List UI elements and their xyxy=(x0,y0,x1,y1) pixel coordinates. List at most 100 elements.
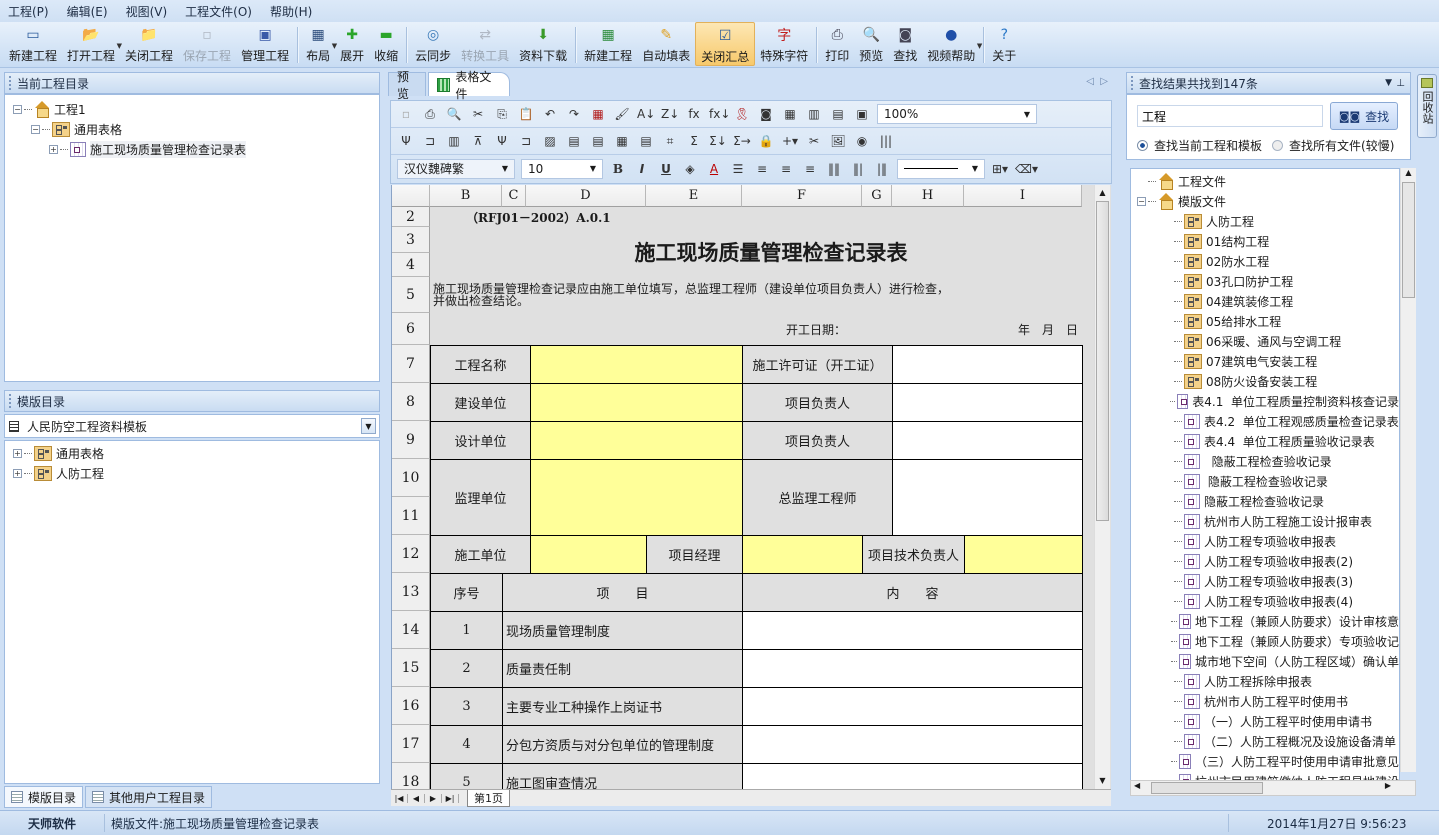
input-project-name[interactable] xyxy=(530,345,743,384)
item-name[interactable]: 质量责任制 xyxy=(502,649,743,688)
label-project-manager[interactable]: 项目经理 xyxy=(646,535,743,574)
row-header[interactable]: 4 xyxy=(392,253,430,277)
toolbar-button-19[interactable]: ⎙ 打印 xyxy=(820,22,854,66)
toolbar-button-22[interactable]: ● 视频帮助 ▼ xyxy=(922,22,982,66)
align-center-icon[interactable]: ≡ xyxy=(777,162,795,176)
column-header[interactable]: I xyxy=(964,185,1082,207)
label-designer-pm[interactable]: 项目负责人 xyxy=(742,421,893,460)
font-size-select[interactable]: 10 ▼ xyxy=(521,158,603,179)
tree-item[interactable]: （一）人防工程平时使用申请书 xyxy=(1137,711,1399,731)
item-content[interactable] xyxy=(742,687,1083,726)
expand-icon[interactable]: + xyxy=(13,468,22,478)
paste-icon[interactable]: 📋 xyxy=(517,107,535,121)
vertical-bars-icon[interactable]: ‖| xyxy=(849,162,867,176)
toolbar-button-15[interactable]: ✎ 自动填表 xyxy=(637,22,695,66)
vertical-bars-icon[interactable]: ‖‖ xyxy=(825,162,843,176)
tree-item[interactable]: 06采暖、通风与空调工程 xyxy=(1137,331,1399,351)
align-left-icon[interactable]: ≡ xyxy=(753,162,771,176)
tree-item[interactable]: 隐蔽工程检查验收记录 xyxy=(1137,471,1399,491)
tab-scroll-left-icon[interactable]: ◁ xyxy=(1086,76,1094,87)
grid-lines-icon[interactable]: ▦ xyxy=(781,107,799,121)
sum-icon[interactable]: Σ xyxy=(685,134,703,148)
dropdown-arrow-icon[interactable]: ▼ xyxy=(977,42,982,50)
tree-item[interactable]: （二）人防工程概况及设施设备清单 xyxy=(1137,731,1399,751)
row-header[interactable]: 16 xyxy=(392,687,430,725)
toolbar-button-4[interactable]: ▣ 管理工程 xyxy=(236,22,294,66)
item-content[interactable] xyxy=(742,649,1083,688)
sheet-tab-page1[interactable]: 第1页 xyxy=(467,789,510,807)
item-number[interactable]: 4 xyxy=(430,725,503,764)
vertical-bars-icon[interactable]: |‖ xyxy=(873,162,891,176)
toolbar-button-10[interactable]: ◎ 云同步 xyxy=(410,22,456,66)
row-header[interactable]: 6 xyxy=(392,313,430,345)
input-project-manager[interactable] xyxy=(742,535,863,574)
toolbar-button-20[interactable]: 🔍 预览 xyxy=(854,22,888,66)
barcode-icon[interactable]: ||| xyxy=(877,134,895,148)
tree-item[interactable]: 隐蔽工程检查验收记录 xyxy=(1137,451,1399,471)
sum-right-icon[interactable]: Σ→ xyxy=(733,134,751,148)
column-header[interactable]: H xyxy=(892,185,964,207)
sort-desc-icon[interactable]: Z↓ xyxy=(661,107,679,121)
redo-icon[interactable]: ↷ xyxy=(565,107,583,121)
row-header[interactable]: 15 xyxy=(392,649,430,687)
tree-item[interactable]: − 工程1 xyxy=(13,99,379,119)
last-sheet-icon[interactable]: ▶| xyxy=(442,793,459,803)
item-number[interactable]: 5 xyxy=(430,763,503,789)
column-header[interactable]: B xyxy=(430,185,502,207)
fill-color-icon[interactable]: ◈ xyxy=(681,162,699,176)
add-icon[interactable]: +▾ xyxy=(781,134,799,148)
lock-icon[interactable]: 🔒 xyxy=(757,134,775,148)
find-icon[interactable]: ◙ xyxy=(757,107,775,121)
row-header[interactable]: 18 xyxy=(392,763,430,789)
tools-icon[interactable]: ✂ xyxy=(805,134,823,148)
tree-item[interactable]: 人防工程专项验收申报表(2) xyxy=(1137,551,1399,571)
line-style-select[interactable]: ▼ xyxy=(897,158,985,179)
append-col-icon[interactable]: ▤ xyxy=(637,134,655,148)
eraser-icon[interactable]: ⌫▾ xyxy=(1015,162,1038,176)
item-name[interactable]: 主要专业工种操作上岗证书 xyxy=(502,687,743,726)
menu-edit[interactable]: 编辑(E) xyxy=(67,3,108,20)
expand-icon[interactable]: + xyxy=(13,448,22,458)
expand-icon[interactable]: + xyxy=(49,144,58,154)
label-builder[interactable]: 建设单位 xyxy=(430,383,531,422)
tree-item[interactable]: 人防工程专项验收申报表(4) xyxy=(1137,591,1399,611)
tree-item[interactable]: 人防工程专项验收申报表 xyxy=(1137,531,1399,551)
copy-icon[interactable]: ⎘ xyxy=(493,107,511,122)
format-painter-icon[interactable]: 🖌 xyxy=(613,107,631,121)
tab-template-directory[interactable]: 模版目录 xyxy=(4,786,84,808)
merge-icon[interactable]: ⊼ xyxy=(469,134,487,148)
label-designer[interactable]: 设计单位 xyxy=(430,421,531,460)
header-item[interactable]: 项 目 xyxy=(502,573,743,612)
label-permit[interactable]: 施工许可证（开工证） xyxy=(742,345,893,384)
tree-item[interactable]: 人防工程专项验收申报表(3) xyxy=(1137,571,1399,591)
append-row-icon[interactable]: ▦ xyxy=(613,134,631,148)
column-header[interactable]: G xyxy=(862,185,892,207)
row-header[interactable]: 12 xyxy=(392,535,430,573)
scroll-thumb[interactable] xyxy=(1402,182,1415,298)
toolbar-button-8[interactable]: ▬ 收缩 xyxy=(369,22,403,66)
autofill-icon[interactable]: ⌗ xyxy=(661,134,679,149)
sheet-vertical-scrollbar[interactable]: ▲ ▼ xyxy=(1094,185,1110,789)
search-button[interactable]: ◙◙ 查找 xyxy=(1330,102,1398,130)
pin-icon[interactable]: ⊥ xyxy=(1396,78,1405,89)
item-number[interactable]: 2 xyxy=(430,649,503,688)
row-header[interactable]: 3 xyxy=(392,227,430,253)
tree-item[interactable]: 表4.1 单位工程质量控制资料核查记录 xyxy=(1137,391,1399,411)
item-name[interactable]: 分包方资质与对分包单位的管理制度 xyxy=(502,725,743,764)
input-designer-pm[interactable] xyxy=(892,421,1083,460)
result-vertical-scrollbar[interactable]: ▲ xyxy=(1400,168,1416,772)
column-header[interactable]: F xyxy=(742,185,862,207)
web-icon[interactable]: ◉ xyxy=(853,134,871,148)
ribbon-icon[interactable]: 🎗 xyxy=(733,107,751,121)
row-header[interactable]: 10 xyxy=(392,459,430,497)
toolbar-button-7[interactable]: ✚ 展开 xyxy=(335,22,369,66)
delete-col-icon[interactable]: ⊐ xyxy=(421,134,439,148)
column-header[interactable]: E xyxy=(646,185,742,207)
cell-fill-icon[interactable]: ▨ xyxy=(541,134,559,148)
input-contractor[interactable] xyxy=(530,535,647,574)
scroll-thumb[interactable] xyxy=(1096,201,1109,521)
tree-item[interactable]: 地下工程（兼顾人防要求）专项验收记 xyxy=(1137,631,1399,651)
menu-project[interactable]: 工程(P) xyxy=(8,3,49,20)
spreadsheet[interactable]: BCDEFGHI 2 3 4 5 6 7 8 9 10 11 12 13 14 15 16 17 18 （RFJ… xyxy=(391,185,1111,789)
next-sheet-icon[interactable]: ▶ xyxy=(425,793,442,803)
